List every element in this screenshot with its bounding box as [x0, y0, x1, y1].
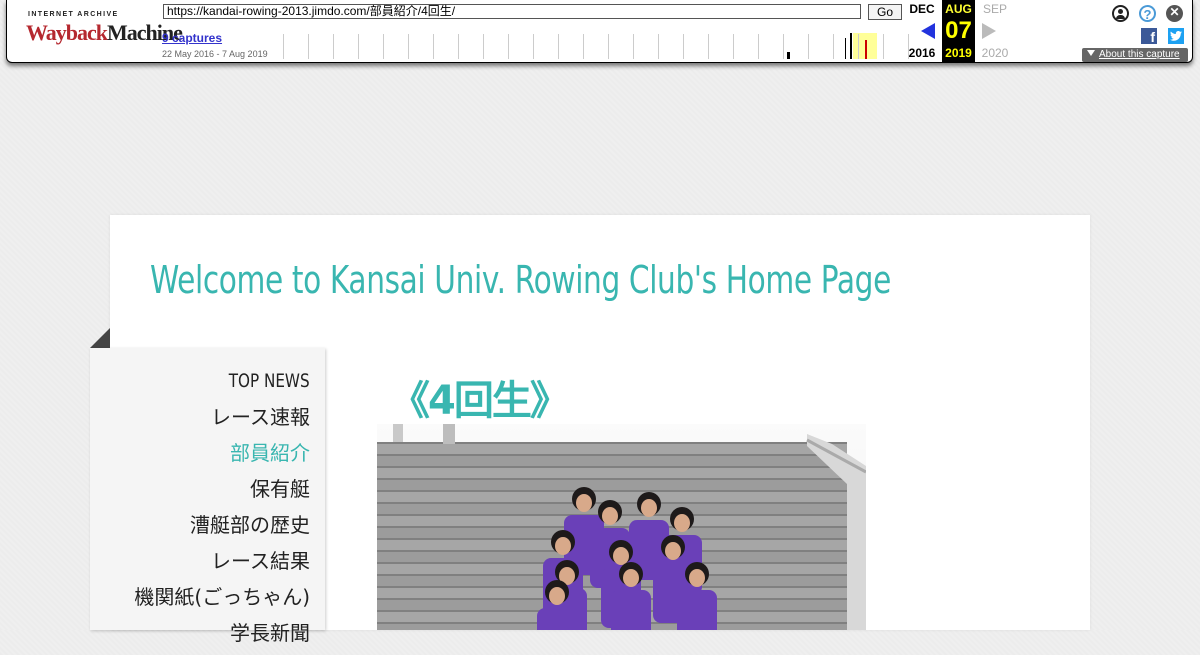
sparkline-tick — [533, 34, 534, 59]
capture-bar[interactable] — [845, 38, 846, 59]
sparkline-tick — [358, 34, 359, 59]
next-year: 2020 — [981, 46, 1009, 60]
sparkline-tick — [683, 34, 684, 59]
site-title[interactable]: Welcome to Kansai Univ. Rowing Club's Ho… — [150, 258, 891, 302]
nav-item-history[interactable]: 漕艇部の歴史 — [134, 511, 310, 547]
next-month: SEP — [982, 2, 1007, 16]
sparkline-tick — [458, 34, 459, 59]
current-year: 2019 — [945, 46, 972, 60]
nav-list: TOP NEWS レース速報 部員紹介 保有艇 漕艇部の歴史 レース結果 機関紙… — [134, 367, 310, 655]
capture-bar[interactable] — [850, 33, 852, 59]
facebook-icon[interactable]: f — [1141, 28, 1157, 45]
current-month: AUG — [945, 2, 972, 16]
capture-bar-current[interactable] — [865, 40, 867, 59]
user-icon[interactable] — [1112, 5, 1129, 22]
sparkline-tick — [658, 34, 659, 59]
capture-bar[interactable] — [787, 52, 790, 59]
about-capture-button[interactable]: About this capture — [1082, 48, 1188, 62]
sparkline-tick — [283, 34, 284, 59]
twitter-icon[interactable] — [1168, 28, 1184, 44]
nav-item-race-results[interactable]: レース結果 — [134, 547, 310, 583]
close-icon[interactable]: ✕ — [1166, 5, 1183, 22]
nav-item-race-news[interactable]: レース速報 — [134, 403, 310, 439]
sparkline-tick — [483, 34, 484, 59]
prev-capture-arrow-icon[interactable] — [921, 23, 935, 39]
team-photo-image — [377, 424, 866, 630]
captures-link[interactable]: 9 captures — [162, 31, 222, 45]
sparkline-tick — [433, 34, 434, 59]
content-heading: 《4回生》 — [390, 378, 570, 424]
sparkline-tick — [608, 34, 609, 59]
sidebar-nav: TOP NEWS レース速報 部員紹介 保有艇 漕艇部の歴史 レース結果 機関紙… — [90, 348, 325, 645]
capture-date-range: 22 May 2016 - 7 Aug 2019 — [162, 49, 268, 59]
current-capture-date: AUG 07 2019 — [942, 0, 975, 63]
nav-item-members[interactable]: 部員紹介 — [134, 439, 310, 475]
sparkline-tick — [883, 34, 884, 59]
about-capture-label: About this capture — [1099, 49, 1180, 60]
sparkline-tick — [833, 34, 834, 59]
url-input[interactable]: https://kandai-rowing-2013.jimdo.com/部員紹… — [163, 4, 861, 19]
sparkline-tick — [308, 34, 309, 59]
nav-fold-corner — [90, 328, 110, 348]
team-photo — [377, 424, 866, 630]
logo-internet-archive: INTERNET ARCHIVE — [28, 11, 119, 18]
sparkline-tick — [808, 34, 809, 59]
wayback-logo[interactable]: INTERNET ARCHIVE WaybackMachine — [26, 8, 183, 50]
sparkline-tick — [583, 34, 584, 59]
prev-year: 2016 — [908, 46, 936, 60]
current-day: 07 — [945, 17, 972, 44]
sparkline-tick — [333, 34, 334, 59]
nav-item-top-news[interactable]: TOP NEWS — [170, 367, 310, 403]
wayback-toolbar: INTERNET ARCHIVE WaybackMachine https://… — [6, 0, 1193, 63]
sparkline-tick — [633, 34, 634, 59]
help-icon[interactable]: ? — [1139, 5, 1156, 22]
sparkline-tick — [708, 34, 709, 59]
sparkline-tick — [383, 34, 384, 59]
sparkline-tick — [508, 34, 509, 59]
triangle-down-icon — [1087, 50, 1095, 56]
capture-sparkline[interactable] — [277, 32, 909, 59]
prev-month: DEC — [909, 2, 935, 16]
nav-item-boats[interactable]: 保有艇 — [134, 475, 310, 511]
sparkline-tick — [758, 34, 759, 59]
nav-item-university-news[interactable]: 学長新聞 — [134, 619, 310, 655]
nav-item-newsletter[interactable]: 機関紙(ごっちゃん) — [134, 583, 310, 619]
sparkline-tick — [733, 34, 734, 59]
sparkline-tick — [408, 34, 409, 59]
go-button[interactable]: Go — [868, 4, 902, 20]
logo-wayback: Wayback — [26, 20, 108, 45]
sparkline-tick — [858, 34, 859, 59]
sparkline-tick — [783, 34, 784, 59]
sparkline-tick — [558, 34, 559, 59]
logo-wayback-machine: WaybackMachine — [26, 20, 183, 46]
next-capture-arrow-icon[interactable] — [982, 23, 996, 39]
